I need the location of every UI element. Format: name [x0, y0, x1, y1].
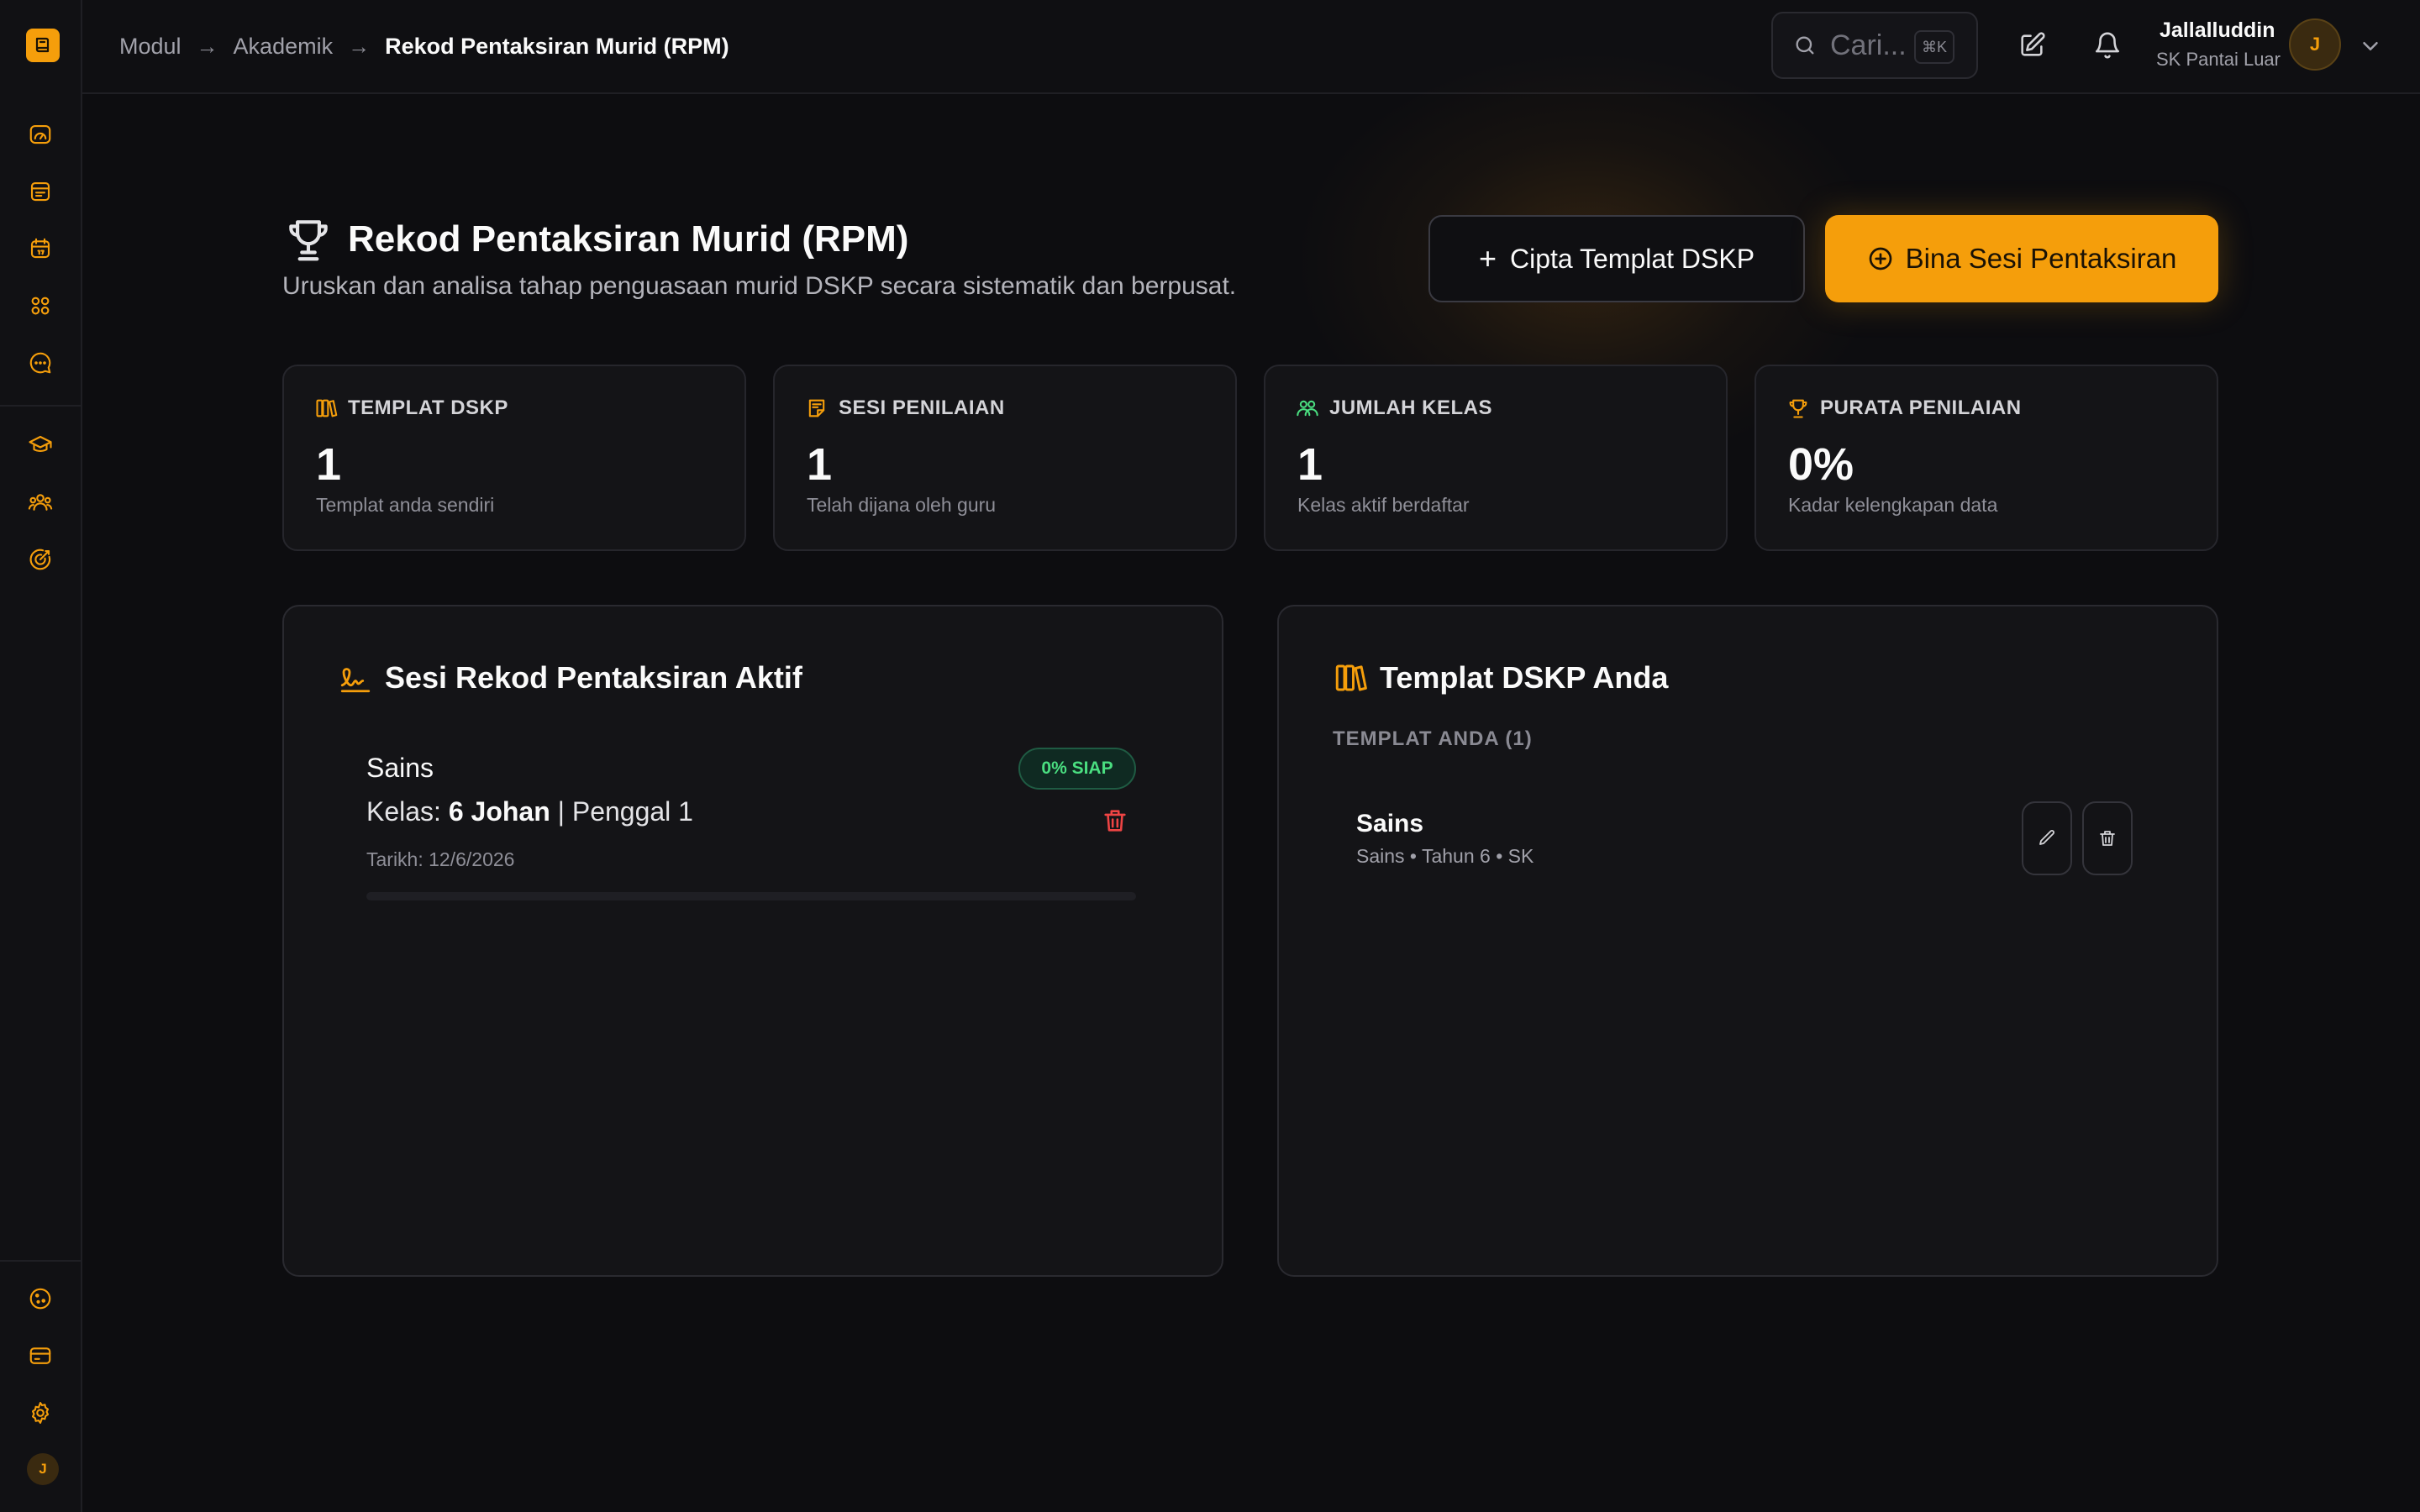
- active-sessions-panel: Sesi Rekod Pentaksiran Aktif Sains Kelas…: [282, 605, 1223, 1277]
- stat-value: 0%: [1788, 439, 1854, 490]
- sidebar: J: [0, 0, 82, 1512]
- stat-desc: Telah dijana oleh guru: [807, 494, 997, 516]
- session-progress-bar: [366, 892, 1136, 900]
- stat-card-classes: JUMLAH KELAS 1 Kelas aktif berdaftar: [1264, 365, 1728, 551]
- sidebar-item-students[interactable]: [22, 484, 59, 521]
- sidebar-item-billing[interactable]: [22, 1337, 59, 1374]
- stat-value: 1: [1297, 439, 1323, 490]
- status-badge: 0% SIAP: [1018, 748, 1136, 790]
- cookie-icon: [29, 1288, 51, 1310]
- trophy-icon: [1789, 399, 1807, 418]
- session-date: Tarikh: 12/6/2026: [366, 848, 515, 870]
- search-shortcut: ⌘K: [1914, 30, 1954, 64]
- sidebar-divider: [0, 405, 81, 407]
- stat-desc: Templat anda sendiri: [316, 494, 495, 516]
- sidebar-item-notes[interactable]: [22, 173, 59, 210]
- stat-label: TEMPLAT DSKP: [348, 396, 508, 419]
- create-template-button[interactable]: + Cipta Templat DSKP: [1428, 215, 1805, 302]
- sidebar-item-messages[interactable]: [22, 344, 59, 381]
- stat-desc: Kadar kelengkapan data: [1788, 494, 1998, 516]
- delete-template-button[interactable]: [2082, 801, 2133, 875]
- create-template-label: Cipta Templat DSKP: [1509, 243, 1755, 274]
- session-class-name: 6 Johan: [448, 796, 550, 827]
- templates-panel: Templat DSKP Anda TEMPLAT ANDA (1) Sains…: [1277, 605, 2218, 1277]
- session-class: Kelas: 6 Johan | Penggal 1: [366, 796, 693, 827]
- stat-card-sessions: SESI PENILAIAN 1 Telah dijana oleh guru: [773, 365, 1237, 551]
- card-icon: [29, 1347, 51, 1364]
- page-subtitle: Uruskan dan analisa tahap penguasaan mur…: [282, 272, 1237, 300]
- app-logo[interactable]: [26, 29, 60, 62]
- grid-icon: [31, 297, 50, 315]
- breadcrumb-item-akademik[interactable]: Akademik: [234, 34, 334, 60]
- stat-desc: Kelas aktif berdaftar: [1297, 494, 1470, 516]
- book-icon: [1335, 664, 1367, 691]
- user-name[interactable]: Jallalluddin: [2160, 18, 2275, 43]
- template-meta: Sains • Tahun 6 • SK: [1356, 845, 1534, 867]
- search-placeholder: Cari...: [1830, 29, 1907, 61]
- sidebar-item-academic[interactable]: [22, 427, 59, 464]
- sidebar-divider-bottom: [0, 1260, 81, 1262]
- arrow-right-icon: →: [348, 33, 371, 59]
- stat-card-templates: TEMPLAT DSKP 1 Templat anda sendiri: [282, 365, 746, 551]
- sidebar-item-apps[interactable]: [22, 287, 59, 324]
- avatar[interactable]: J: [2289, 18, 2341, 71]
- notebook-icon: [30, 181, 50, 202]
- sidebar-item-theme[interactable]: [22, 1280, 59, 1317]
- note-icon: [808, 399, 825, 417]
- plus-circle-icon: [1869, 247, 1891, 270]
- sidebar-item-settings[interactable]: [22, 1394, 59, 1431]
- panel-title: Sesi Rekod Pentaksiran Aktif: [385, 660, 802, 695]
- bell-icon: [2095, 32, 2120, 59]
- signature-icon: [340, 668, 371, 693]
- chevron-down-icon[interactable]: [2358, 34, 2383, 59]
- trash-icon[interactable]: [1101, 806, 1129, 835]
- calendar-icon: [30, 238, 50, 259]
- edit-button[interactable]: [2015, 29, 2049, 62]
- breadcrumb-item-modul[interactable]: Modul: [119, 34, 182, 60]
- book-logo-icon: [35, 37, 50, 53]
- template-name[interactable]: Sains: [1356, 810, 1423, 838]
- stat-value: 1: [807, 439, 833, 490]
- stat-card-average: PURATA PENILAIAN 0% Kadar kelengkapan da…: [1754, 365, 2218, 551]
- users-icon: [1297, 400, 1318, 417]
- pencil-icon: [2039, 830, 2054, 845]
- edit-icon: [2021, 32, 2045, 56]
- search-input[interactable]: Cari... ⌘K: [1771, 12, 1978, 79]
- page-header: Rekod Pentaksiran Murid (RPM): [282, 213, 908, 265]
- notifications-button[interactable]: [2091, 29, 2124, 62]
- sidebar-item-assessment[interactable]: [22, 541, 59, 578]
- arrow-right-icon: →: [196, 33, 218, 59]
- stat-label: PURATA PENILAIAN: [1820, 396, 2022, 419]
- page-title: Rekod Pentaksiran Murid (RPM): [348, 218, 909, 260]
- chat-icon: [29, 352, 51, 374]
- session-subject[interactable]: Sains: [366, 753, 434, 784]
- plus-icon: +: [1478, 241, 1497, 276]
- gear-icon: [31, 1402, 50, 1424]
- search-icon: [1796, 36, 1814, 55]
- trash-icon: [2100, 831, 2115, 846]
- build-session-button[interactable]: Bina Sesi Pentaksiran: [1825, 215, 2218, 302]
- user-school: SK Pantai Luar: [2156, 49, 2281, 70]
- users-icon: [28, 494, 53, 511]
- edit-template-button[interactable]: [2022, 801, 2072, 875]
- section-label: TEMPLAT ANDA (1): [1333, 727, 1533, 750]
- book-icon: [316, 399, 338, 417]
- graduation-cap-icon: [29, 435, 52, 452]
- top-header: Modul → Akademik → Rekod Pentaksiran Mur…: [82, 0, 2420, 94]
- dashboard-icon: [29, 124, 51, 144]
- panel-title: Templat DSKP Anda: [1380, 660, 1669, 695]
- stat-value: 1: [316, 439, 342, 490]
- sidebar-item-dashboard[interactable]: [22, 116, 59, 153]
- sidebar-item-calendar[interactable]: [22, 230, 59, 267]
- trophy-icon: [289, 220, 328, 261]
- target-icon: [29, 549, 51, 570]
- breadcrumb: Modul → Akademik → Rekod Pentaksiran Mur…: [119, 0, 729, 92]
- stat-label: SESI PENILAIAN: [839, 396, 1005, 419]
- build-session-label: Bina Sesi Pentaksiran: [1905, 243, 2177, 274]
- breadcrumb-current: Rekod Pentaksiran Murid (RPM): [385, 33, 729, 59]
- sidebar-avatar[interactable]: J: [27, 1453, 59, 1485]
- stat-label: JUMLAH KELAS: [1329, 396, 1493, 419]
